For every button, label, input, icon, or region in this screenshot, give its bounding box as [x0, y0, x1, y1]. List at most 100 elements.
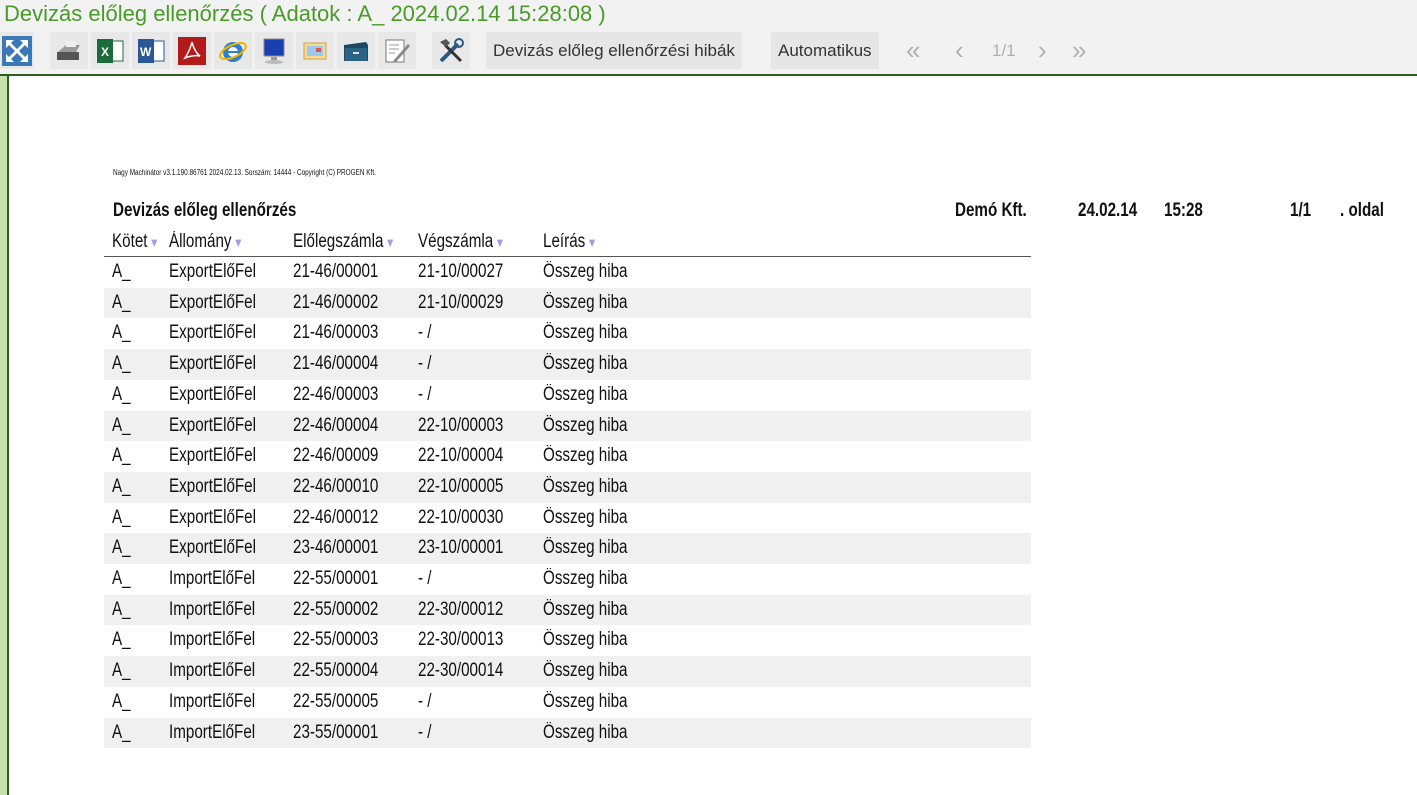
cell-text: ExportElőFel — [169, 322, 257, 344]
cell-text: A_ — [112, 475, 131, 497]
table-cell: ImportElőFel — [169, 722, 277, 744]
cell-text: 22-10/00003 — [418, 414, 504, 436]
table-cell: ExportElőFel — [169, 384, 278, 406]
table-cell: Összeg hiba — [543, 384, 649, 406]
next-page-button[interactable]: › — [1038, 32, 1047, 69]
table-row[interactable]: A_ ImportElőFel 22-55/00005 - / Összeg hiba — [104, 687, 1031, 718]
edit-button[interactable] — [378, 32, 416, 69]
column-label: Végszámla — [418, 231, 494, 252]
report-page: 1/1 — [1290, 200, 1316, 222]
email-button[interactable] — [296, 32, 334, 69]
cell-text: 21-10/00029 — [418, 291, 504, 313]
cell-text: 21-10/00027 — [418, 261, 504, 282]
cell-text: Összeg hiba — [543, 598, 628, 620]
table-cell: ImportElőFel — [169, 691, 277, 713]
table-cell: - / — [418, 568, 435, 590]
monitor-icon — [263, 38, 285, 64]
cell-text: 22-46/00004 — [293, 414, 379, 436]
table-row[interactable]: A_ ImportElőFel 22-55/00001 - / Összeg hiba — [104, 564, 1031, 595]
table-cell: 22-55/00003 — [293, 629, 400, 651]
table-cell: A_ — [112, 691, 135, 713]
filter-icon[interactable]: ▼ — [233, 235, 243, 250]
cell-text: Összeg hiba — [543, 322, 628, 344]
cell-text: 21-46/00004 — [293, 353, 379, 375]
cell-text: 22-46/00009 — [293, 445, 379, 467]
column-header[interactable]: Állomány ▼ — [169, 231, 262, 253]
report-title-text: Devizás előleg ellenőrzés — [113, 200, 297, 221]
print-button[interactable] — [50, 32, 88, 69]
cell-text: 23-55/00001 — [293, 721, 379, 743]
expand-button[interactable] — [0, 32, 34, 69]
table-row[interactable]: A_ ExportElőFel 21-46/00002 21-10/00029 Össz… — [104, 287, 1031, 319]
cell-text: Összeg hiba — [543, 414, 628, 436]
word-button[interactable]: W — [132, 32, 170, 69]
table-cell: ExportElőFel — [169, 322, 278, 344]
table-cell: A_ — [112, 415, 135, 437]
filter-icon[interactable]: ▼ — [385, 235, 395, 250]
table-cell: Összeg hiba — [543, 415, 649, 437]
prev-page-button[interactable]: ‹ — [955, 32, 964, 69]
filter-icon[interactable]: ▼ — [495, 235, 505, 250]
cell-text: Összeg hiba — [543, 721, 628, 743]
cell-text: Összeg hiba — [543, 291, 628, 313]
cell-text: Összeg hiba — [543, 629, 628, 651]
excel-icon: X — [97, 38, 124, 63]
pdf-button[interactable] — [173, 32, 211, 69]
table-cell: Összeg hiba — [543, 322, 649, 344]
column-header[interactable]: Végszámla ▼ — [418, 231, 527, 253]
table-cell: 22-55/00001 — [293, 568, 400, 590]
cell-text: A_ — [112, 690, 131, 712]
cell-text: ExportElőFel — [169, 506, 257, 528]
cell-text: 22-46/00010 — [293, 475, 379, 497]
table-cell: Összeg hiba — [543, 537, 649, 559]
pdf-icon — [178, 36, 206, 65]
table-cell: Összeg hiba — [543, 292, 649, 314]
table-cell: A_ — [112, 476, 135, 498]
table-cell: Összeg hiba — [543, 660, 649, 682]
cell-text: ExportElőFel — [169, 475, 257, 497]
table-row[interactable]: A_ ImportElőFel 22-55/00002 22-30/00012 Össz… — [104, 594, 1031, 626]
excel-button[interactable]: X — [91, 32, 129, 69]
column-header[interactable]: Leírás ▼ — [543, 231, 611, 253]
table-cell: A_ — [112, 353, 135, 375]
table-cell: Összeg hiba — [543, 507, 649, 529]
settings-button[interactable] — [432, 32, 470, 69]
table-row[interactable]: A_ ExportElőFel 21-46/00003 - / Összeg hiba — [104, 318, 1031, 349]
table-row[interactable]: A_ ExportElőFel 22-46/00009 22-10/00004 Össz… — [104, 441, 1031, 472]
automatic-button[interactable]: Automatikus — [771, 32, 879, 69]
cell-text: ExportElőFel — [169, 261, 257, 282]
table-row[interactable]: A_ ImportElőFel 23-55/00001 - / Összeg hiba — [104, 717, 1031, 749]
first-page-button[interactable]: « — [906, 32, 920, 69]
table-row[interactable]: A_ ExportElőFel 22-46/00003 - / Összeg hiba — [104, 380, 1031, 411]
word-icon: W — [138, 38, 165, 63]
table-cell: 21-46/00004 — [293, 353, 400, 375]
browser-button[interactable] — [214, 32, 252, 69]
table-row[interactable]: A_ ExportElőFel 21-46/00001 21-10/00027 Össz… — [104, 257, 1031, 288]
archive-button[interactable] — [337, 32, 375, 69]
cell-text: A_ — [112, 261, 131, 282]
table-row[interactable]: A_ ExportElőFel 21-46/00004 - / Összeg hiba — [104, 349, 1031, 380]
table-cell: ExportElőFel — [169, 261, 278, 283]
table-row[interactable]: A_ ExportElőFel 22-46/00012 22-10/00030 Össz… — [104, 503, 1031, 534]
table-row[interactable]: A_ ExportElőFel 22-46/00010 22-10/00005 Össz… — [104, 471, 1031, 503]
cell-text: A_ — [112, 629, 131, 651]
table-row[interactable]: A_ ExportElőFel 22-46/00004 22-10/00003 Össz… — [104, 410, 1031, 442]
column-header[interactable]: Kötet ▼ — [112, 231, 171, 253]
screen-button[interactable] — [255, 32, 293, 69]
cell-text: Összeg hiba — [543, 383, 628, 405]
last-page-button[interactable]: » — [1072, 32, 1086, 69]
printer-icon — [57, 40, 80, 60]
filter-icon[interactable]: ▼ — [587, 235, 597, 250]
table-cell: ExportElőFel — [169, 353, 278, 375]
table-row[interactable]: A_ ExportElőFel 23-46/00001 23-10/00001 Össz… — [104, 533, 1031, 564]
report-errors-button[interactable]: Devizás előleg ellenőrzési hibák — [486, 32, 742, 69]
table-row[interactable]: A_ ImportElőFel 22-55/00004 22-30/00014 Össz… — [104, 656, 1031, 687]
column-header[interactable]: Előlegszámla ▼ — [293, 231, 421, 253]
time-text: 15:28 — [1164, 200, 1203, 221]
table-row[interactable]: A_ ImportElőFel 22-55/00003 22-30/00013 Össz… — [104, 625, 1031, 656]
filter-icon[interactable]: ▼ — [149, 235, 159, 250]
left-panel-border — [0, 76, 9, 795]
cell-text: A_ — [112, 506, 131, 528]
cell-text: Összeg hiba — [543, 568, 628, 589]
table-cell: Összeg hiba — [543, 476, 649, 498]
